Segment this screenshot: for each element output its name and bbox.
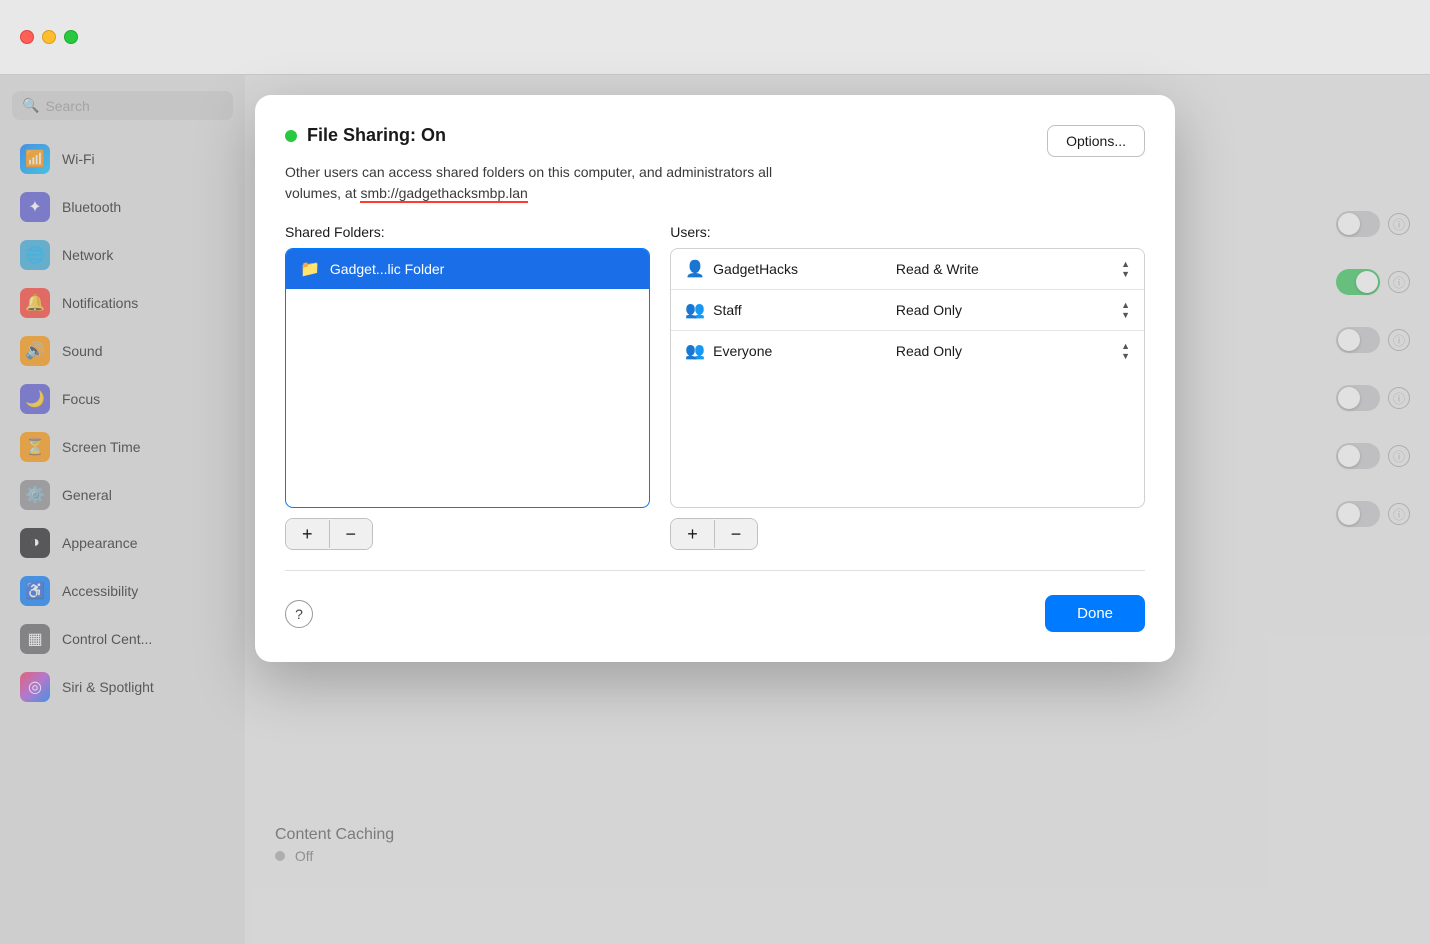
maximize-button[interactable] bbox=[64, 30, 78, 44]
user-row-everyone[interactable]: 👥 Everyone Read Only ▲ ▼ bbox=[671, 331, 1144, 371]
folder-list[interactable]: 📁 Gadget...lic Folder bbox=[285, 248, 650, 508]
folders-users-section: Shared Folders: 📁 Gadget...lic Folder + … bbox=[285, 224, 1145, 550]
user-add-button[interactable]: + bbox=[671, 519, 714, 549]
user-perm-staff: Read Only bbox=[896, 302, 1115, 318]
file-sharing-title: File Sharing: On bbox=[307, 125, 446, 146]
shared-folders-label: Shared Folders: bbox=[285, 224, 650, 240]
user-name-staff: Staff bbox=[713, 302, 896, 318]
users-label: Users: bbox=[670, 224, 1145, 240]
user-name-gadgethacks: GadgetHacks bbox=[713, 261, 896, 277]
file-sharing-description: Other users can access shared folders on… bbox=[285, 162, 1145, 204]
user-icon-everyone: 👥 bbox=[685, 341, 705, 361]
minimize-button[interactable] bbox=[42, 30, 56, 44]
perm-stepper-staff[interactable]: ▲ ▼ bbox=[1121, 301, 1130, 320]
folder-remove-button[interactable]: − bbox=[330, 519, 373, 549]
user-perm-gadgethacks: Read & Write bbox=[896, 261, 1115, 277]
folder-icon: 📁 bbox=[300, 259, 320, 279]
folder-add-button[interactable]: + bbox=[286, 519, 329, 549]
user-icon-staff: 👥 bbox=[685, 300, 705, 320]
users-add-remove-bar: + − bbox=[670, 518, 758, 550]
perm-up-gadgethacks[interactable]: ▲ bbox=[1121, 260, 1130, 269]
users-table: 👤 GadgetHacks Read & Write ▲ ▼ 👥 Staff R… bbox=[670, 248, 1145, 508]
user-remove-button[interactable]: − bbox=[715, 519, 758, 549]
perm-up-everyone[interactable]: ▲ bbox=[1121, 342, 1130, 351]
user-perm-everyone: Read Only bbox=[896, 343, 1115, 359]
shared-folders-column: Shared Folders: 📁 Gadget...lic Folder + … bbox=[285, 224, 650, 550]
user-name-everyone: Everyone bbox=[713, 343, 896, 359]
file-sharing-modal: File Sharing: On Other users can access … bbox=[255, 95, 1175, 662]
traffic-lights bbox=[20, 30, 78, 44]
status-dot bbox=[285, 130, 297, 142]
title-bar bbox=[0, 0, 1430, 75]
modal-divider bbox=[285, 570, 1145, 571]
modal-overlay: File Sharing: On Other users can access … bbox=[0, 75, 1430, 944]
perm-stepper-everyone[interactable]: ▲ ▼ bbox=[1121, 342, 1130, 361]
folder-item-label: Gadget...lic Folder bbox=[330, 261, 444, 277]
close-button[interactable] bbox=[20, 30, 34, 44]
perm-down-everyone[interactable]: ▼ bbox=[1121, 352, 1130, 361]
users-column: Users: 👤 GadgetHacks Read & Write ▲ ▼ 👥 … bbox=[670, 224, 1145, 550]
smb-url[interactable]: smb://gadgethacksmbp.lan bbox=[360, 185, 527, 203]
user-row-gadgethacks[interactable]: 👤 GadgetHacks Read & Write ▲ ▼ bbox=[671, 249, 1144, 290]
description-line1: Other users can access shared folders on… bbox=[285, 164, 772, 180]
file-sharing-header: File Sharing: On bbox=[285, 125, 1145, 146]
perm-down-gadgethacks[interactable]: ▼ bbox=[1121, 270, 1130, 279]
perm-stepper-gadgethacks[interactable]: ▲ ▼ bbox=[1121, 260, 1130, 279]
folder-add-remove-bar: + − bbox=[285, 518, 373, 550]
modal-footer: ? Done bbox=[285, 595, 1145, 632]
perm-down-staff[interactable]: ▼ bbox=[1121, 311, 1130, 320]
user-icon-gadgethacks: 👤 bbox=[685, 259, 705, 279]
options-button[interactable]: Options... bbox=[1047, 125, 1145, 157]
help-button[interactable]: ? bbox=[285, 600, 313, 628]
user-row-staff[interactable]: 👥 Staff Read Only ▲ ▼ bbox=[671, 290, 1144, 331]
done-button[interactable]: Done bbox=[1045, 595, 1145, 632]
description-line2: volumes, at smb://gadgethacksmbp.lan bbox=[285, 185, 528, 203]
perm-up-staff[interactable]: ▲ bbox=[1121, 301, 1130, 310]
folder-item[interactable]: 📁 Gadget...lic Folder bbox=[286, 249, 649, 289]
